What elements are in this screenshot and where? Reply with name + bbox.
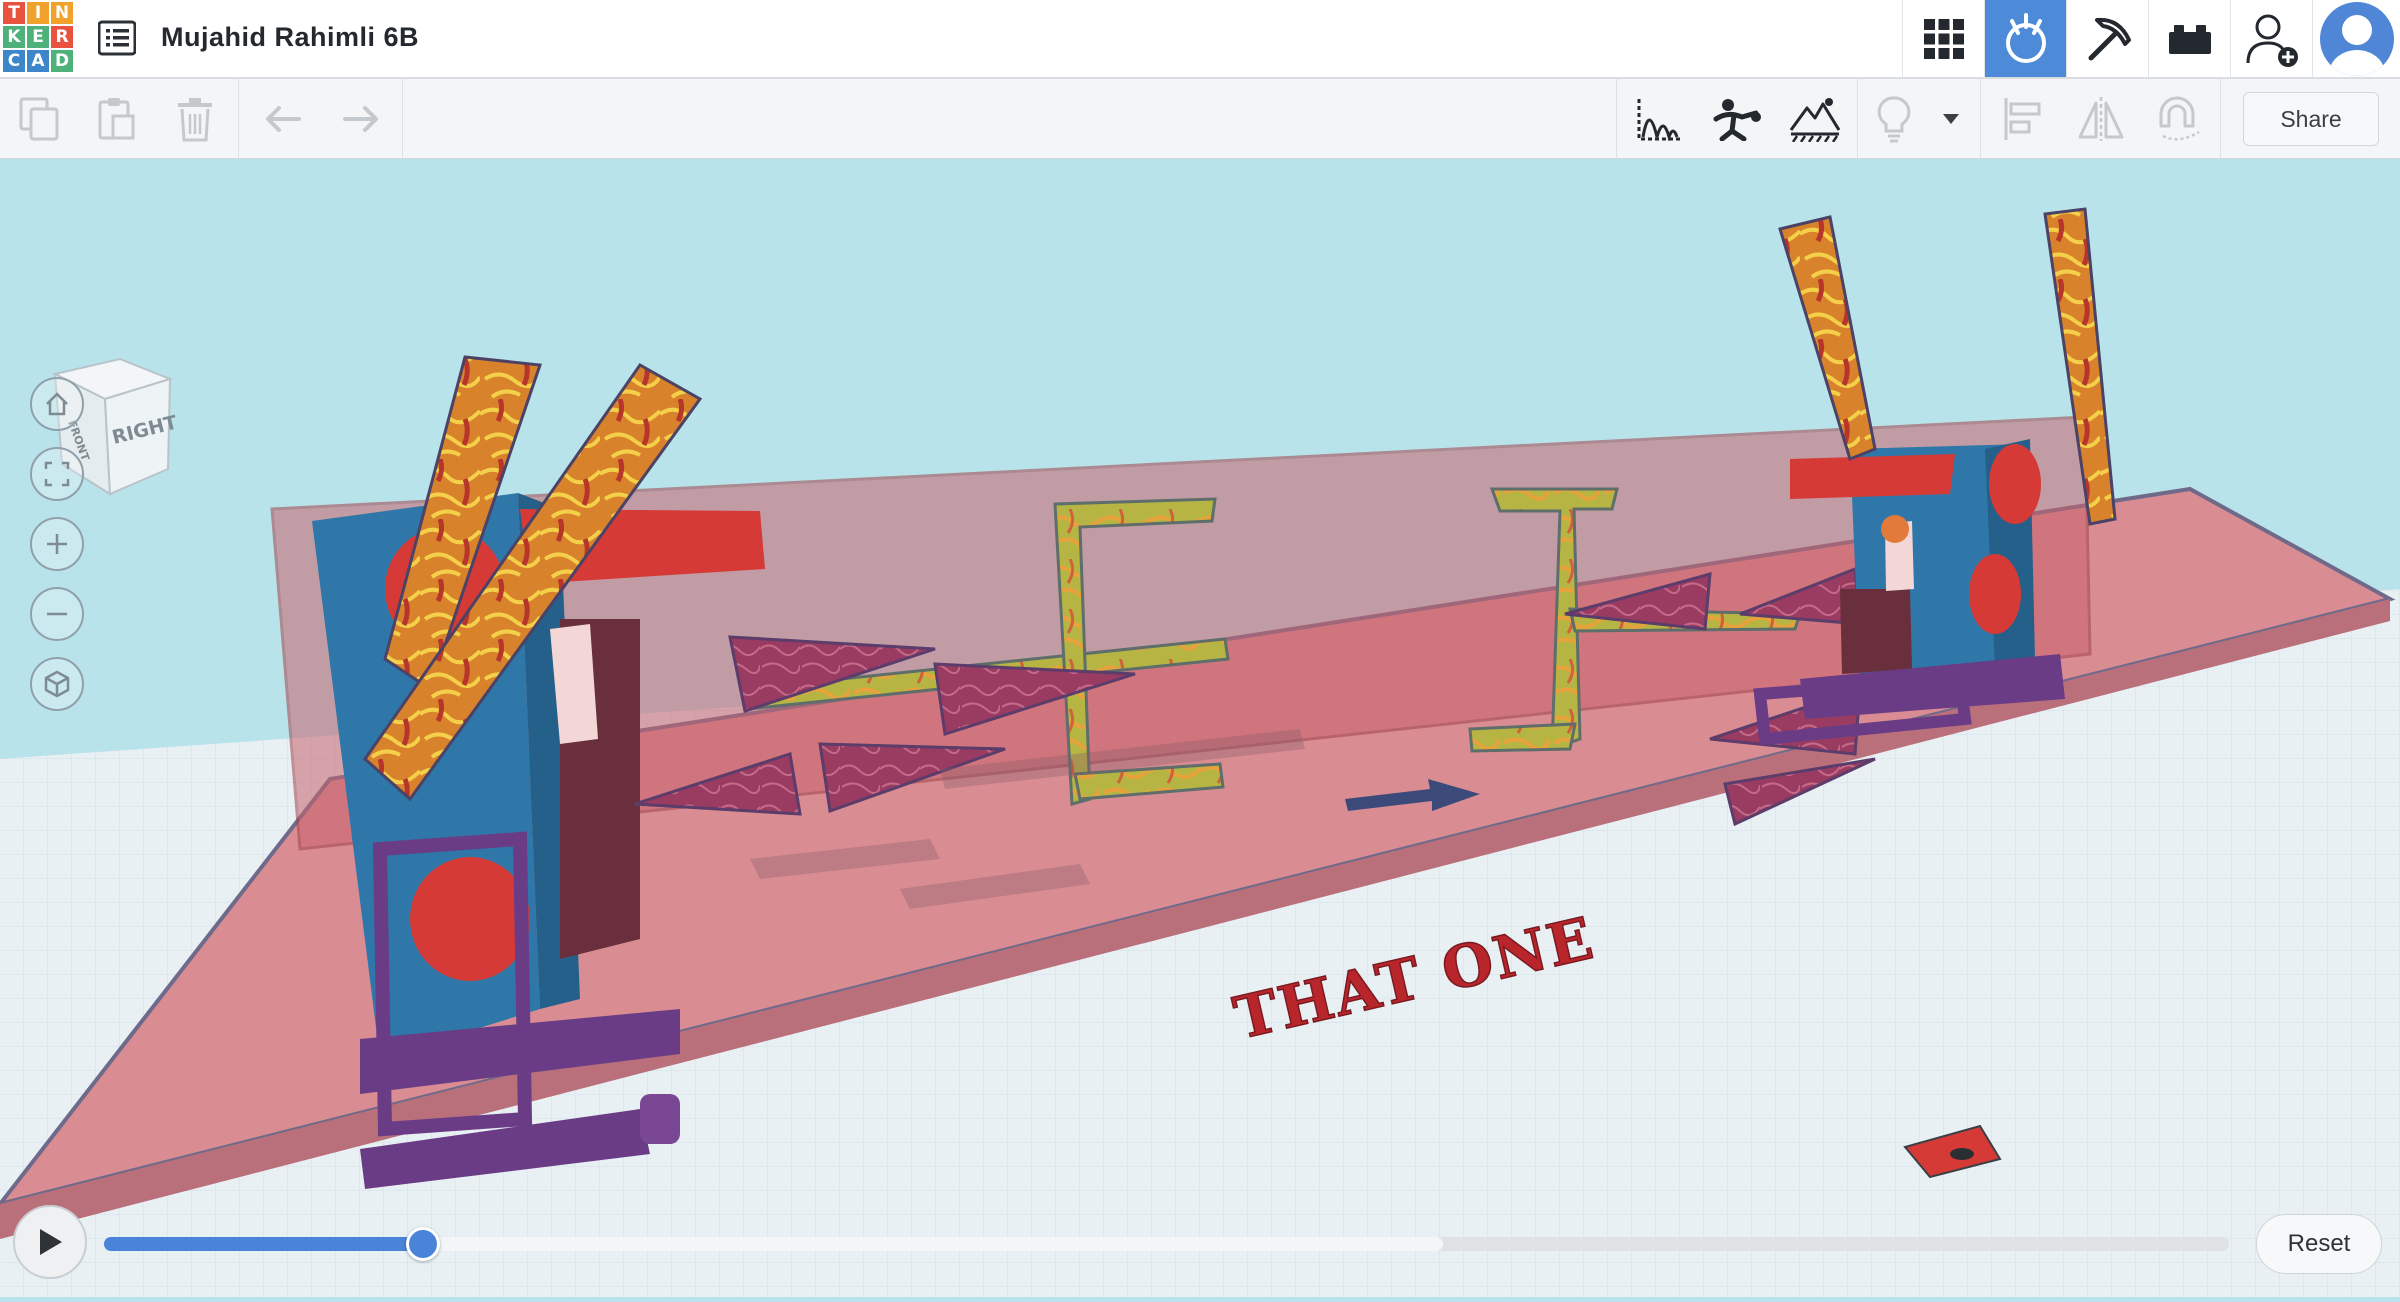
paste-icon[interactable] — [78, 79, 156, 159]
logo-letter: E — [27, 26, 49, 48]
brick-icon[interactable] — [2148, 0, 2230, 77]
3d-viewport[interactable]: THAT ONE RIGHT FRONT — [0, 159, 2400, 1297]
grid-view-icon[interactable] — [1902, 0, 1984, 77]
toolbar-divider — [238, 79, 239, 159]
toolbar-divider — [1616, 79, 1617, 159]
reset-button[interactable]: Reset — [2256, 1214, 2382, 1274]
toolbar-divider — [402, 79, 403, 159]
scene-render: THAT ONE — [0, 207, 2400, 1297]
pickaxe-icon[interactable] — [2066, 0, 2148, 77]
design-title[interactable]: Mujahid Rahimli 6B — [161, 22, 419, 53]
delete-icon[interactable] — [156, 79, 234, 159]
simulation-playback: Reset — [0, 1205, 2400, 1297]
invite-user-icon[interactable] — [2230, 0, 2312, 77]
home-view-icon[interactable] — [30, 377, 84, 431]
timeline-progress — [104, 1237, 423, 1251]
simulate-icon[interactable] — [1984, 0, 2066, 77]
mirror-icon[interactable] — [2062, 79, 2140, 159]
figure-icon[interactable] — [1698, 79, 1776, 159]
dropdown-caret-icon[interactable] — [1930, 79, 1972, 159]
logo-letter: N — [51, 2, 73, 24]
logo-letter: C — [3, 50, 25, 72]
undo-icon[interactable] — [244, 79, 322, 159]
zoom-in-icon[interactable] — [30, 517, 84, 571]
toolbar-divider — [2220, 79, 2221, 159]
avatar — [2319, 1, 2394, 76]
top-bar: TIN KER CAD Mujahid Rahimli 6B — [0, 0, 2400, 79]
logo-letter: T — [3, 2, 25, 24]
logo-letter: D — [51, 50, 73, 72]
zoom-out-icon[interactable] — [30, 587, 84, 641]
perspective-icon[interactable] — [30, 657, 84, 711]
logo-letter: K — [3, 26, 25, 48]
fit-view-icon[interactable] — [30, 447, 84, 501]
bounce-icon[interactable] — [1620, 79, 1698, 159]
copy-icon[interactable] — [0, 79, 78, 159]
user-avatar[interactable] — [2312, 0, 2400, 77]
tinkercad-logo[interactable]: TIN KER CAD — [3, 2, 75, 74]
lightbulb-icon[interactable] — [1858, 79, 1930, 159]
design-list-icon[interactable] — [97, 20, 137, 56]
logo-letter: I — [27, 2, 49, 24]
toolbar-divider — [1980, 79, 1981, 159]
edit-toolbar: Share — [0, 79, 2400, 159]
play-button[interactable] — [13, 1205, 87, 1279]
terrain-icon[interactable] — [1776, 79, 1854, 159]
magnet-icon[interactable] — [2140, 79, 2218, 159]
timeline-handle[interactable] — [405, 1227, 440, 1261]
redo-icon[interactable] — [322, 79, 400, 159]
share-button[interactable]: Share — [2243, 92, 2379, 146]
logo-letter: A — [27, 50, 49, 72]
timeline-track[interactable] — [104, 1227, 2229, 1261]
align-icon[interactable] — [1984, 79, 2062, 159]
logo-letter: R — [51, 26, 73, 48]
